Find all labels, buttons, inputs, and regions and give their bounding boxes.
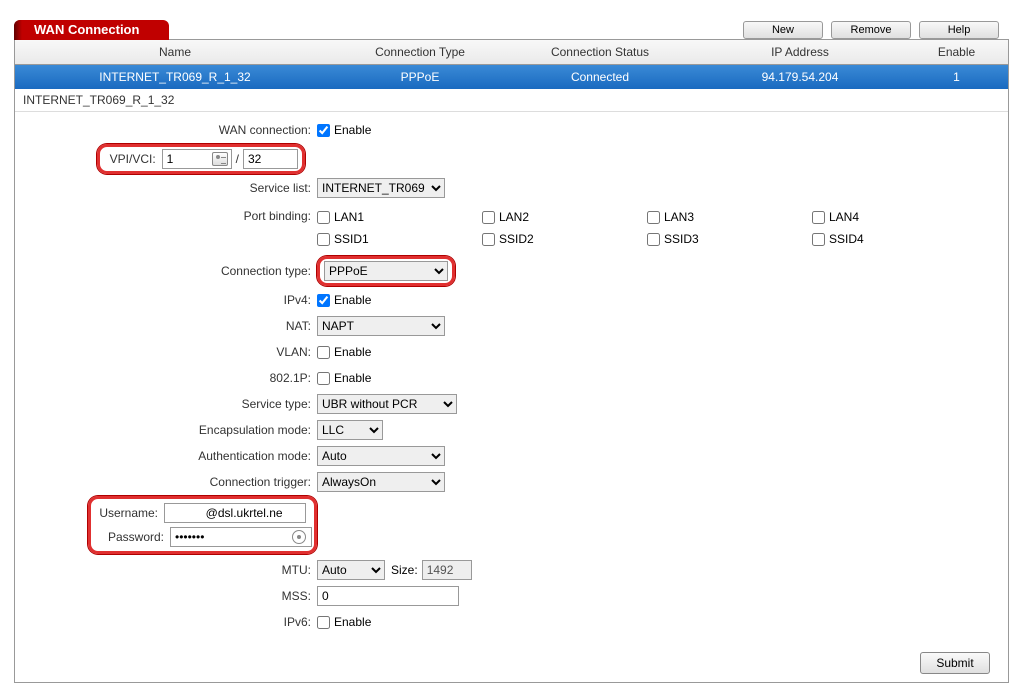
label-mtu-size: Size: [391,563,418,577]
new-button[interactable]: New [743,21,823,39]
submit-button[interactable]: Submit [920,652,990,674]
eye-icon[interactable] [292,530,306,544]
trigger-select[interactable]: AlwaysOn [317,472,445,492]
ipv6-enable-checkbox[interactable] [317,616,330,629]
cell-name: INTERNET_TR069_R_1_32 [15,65,335,89]
ipv4-enable-checkbox[interactable] [317,294,330,307]
lan3-checkbox[interactable] [647,211,660,224]
ssid4-label: SSID4 [829,232,864,246]
vlan-enable-checkbox[interactable] [317,346,330,359]
label-ipv4: IPv4: [25,293,317,307]
table-row[interactable]: INTERNET_TR069_R_1_32 PPPoE Connected 94… [14,65,1009,89]
vci-input[interactable] [243,149,298,169]
col-status: Connection Status [505,40,695,64]
auth-mode-select[interactable]: Auto [317,446,445,466]
ssid1-label: SSID1 [334,232,369,246]
label-ipv6: IPv6: [25,615,317,629]
label-mtu: MTU: [25,563,317,577]
lan1-checkbox[interactable] [317,211,330,224]
cell-enable: 1 [905,65,1008,89]
page-title-tab: WAN Connection [14,20,169,40]
titlebar: WAN Connection New Remove Help [14,20,1009,40]
lan4-checkbox[interactable] [812,211,825,224]
col-enable: Enable [905,40,1008,64]
lan4-label: LAN4 [829,210,859,224]
ssid3-label: SSID3 [664,232,699,246]
label-mss: MSS: [25,589,317,603]
label-vpivci: VPI/VCI: [110,152,156,166]
col-ip: IP Address [695,40,905,64]
label-password: Password: [108,530,164,544]
remove-button[interactable]: Remove [831,21,911,39]
credentials-highlight: Username: Password: [88,496,317,554]
label-port-binding: Port binding: [25,206,317,223]
8021p-enable-checkbox[interactable] [317,372,330,385]
username-input[interactable] [164,503,306,523]
mtu-size-input [422,560,472,580]
label-connection-type: Connection type: [25,264,317,278]
lan1-label: LAN1 [334,210,364,224]
nat-select[interactable]: NAPT [317,316,445,336]
ipv4-enable-label: Enable [334,293,371,307]
contact-icon[interactable] [212,152,228,166]
label-auth-mode: Authentication mode: [25,449,317,463]
vpi-slash: / [236,152,239,166]
cell-ctype: PPPoE [335,65,505,89]
cell-status: Connected [505,65,695,89]
section-label: INTERNET_TR069_R_1_32 [15,89,1008,112]
wan-enable-checkbox[interactable] [317,124,330,137]
password-input[interactable] [170,527,312,547]
ipv6-enable-label: Enable [334,615,371,629]
page-title: WAN Connection [34,22,139,37]
table-header: Name Connection Type Connection Status I… [14,40,1009,65]
lan2-checkbox[interactable] [482,211,495,224]
label-vlan: VLAN: [25,345,317,359]
vlan-enable-label: Enable [334,345,371,359]
wan-enable-label: Enable [334,123,371,137]
help-button[interactable]: Help [919,21,999,39]
ssid2-label: SSID2 [499,232,534,246]
top-buttons: New Remove Help [743,20,1009,40]
service-list-select[interactable]: INTERNET_TR069 [317,178,445,198]
mss-input[interactable] [317,586,459,606]
config-panel: INTERNET_TR069_R_1_32 WAN connection: En… [14,89,1009,683]
ssid4-checkbox[interactable] [812,233,825,246]
connection-type-select[interactable]: PPPoE [324,261,448,281]
cell-ip: 94.179.54.204 [695,65,905,89]
8021p-enable-label: Enable [334,371,371,385]
label-service-type: Service type: [25,397,317,411]
label-service-list: Service list: [25,181,317,195]
ssid3-checkbox[interactable] [647,233,660,246]
label-encapsulation: Encapsulation mode: [25,423,317,437]
label-username: Username: [99,506,158,520]
label-nat: NAT: [25,319,317,333]
ssid2-checkbox[interactable] [482,233,495,246]
service-type-select[interactable]: UBR without PCR [317,394,457,414]
lan3-label: LAN3 [664,210,694,224]
col-ctype: Connection Type [335,40,505,64]
col-name: Name [15,40,335,64]
encapsulation-select[interactable]: LLC [317,420,383,440]
lan2-label: LAN2 [499,210,529,224]
ssid1-checkbox[interactable] [317,233,330,246]
label-trigger: Connection trigger: [25,475,317,489]
label-wan-connection: WAN connection: [25,123,317,137]
label-8021p: 802.1P: [25,371,317,385]
mtu-select[interactable]: Auto [317,560,385,580]
